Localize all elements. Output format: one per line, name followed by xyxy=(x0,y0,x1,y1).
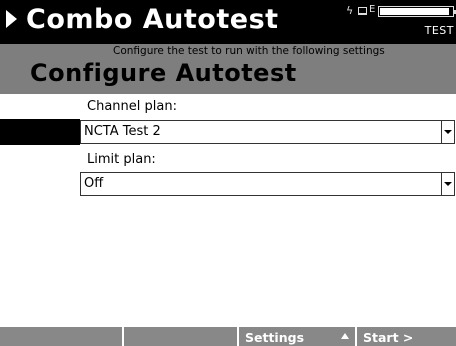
up-arrow-icon xyxy=(341,333,349,339)
limit-plan-label: Limit plan: xyxy=(87,152,156,167)
channel-plan-value: NCTA Test 2 xyxy=(84,124,161,139)
page-header: Configure the test to run with the follo… xyxy=(0,44,456,94)
charging-icon: ϟ xyxy=(346,4,354,17)
battery-level-fill xyxy=(380,8,450,15)
channel-plan-label: Channel plan: xyxy=(87,99,177,114)
limit-plan-value: Off xyxy=(84,176,104,191)
page-title: Configure Autotest xyxy=(30,59,297,87)
limit-plan-select[interactable]: Off xyxy=(80,172,455,196)
softkey-1[interactable] xyxy=(0,327,124,346)
chevron-down-icon[interactable] xyxy=(441,121,454,143)
status-icons: ϟ E xyxy=(346,4,456,19)
channel-plan-select[interactable]: NCTA Test 2 xyxy=(80,120,455,144)
battery-icon xyxy=(378,6,456,17)
start-softkey[interactable]: Start > xyxy=(357,327,456,346)
settings-softkey[interactable]: Settings xyxy=(239,327,357,346)
instruction-text: Configure the test to run with the follo… xyxy=(113,45,385,57)
softkey-2[interactable] xyxy=(124,327,239,346)
plug-icon xyxy=(358,7,367,15)
settings-softkey-label: Settings xyxy=(245,330,305,345)
softkey-bar: Settings Start > xyxy=(0,327,456,346)
play-arrow-icon xyxy=(6,10,17,28)
window-title: Combo Autotest xyxy=(26,4,279,35)
selected-row-marker xyxy=(0,119,80,145)
chevron-down-icon[interactable] xyxy=(441,173,454,195)
title-bar: Combo Autotest ϟ E TEST xyxy=(0,0,456,44)
mode-label: TEST xyxy=(424,24,454,37)
status-e-label: E xyxy=(369,4,376,15)
start-softkey-label: Start > xyxy=(363,330,414,345)
